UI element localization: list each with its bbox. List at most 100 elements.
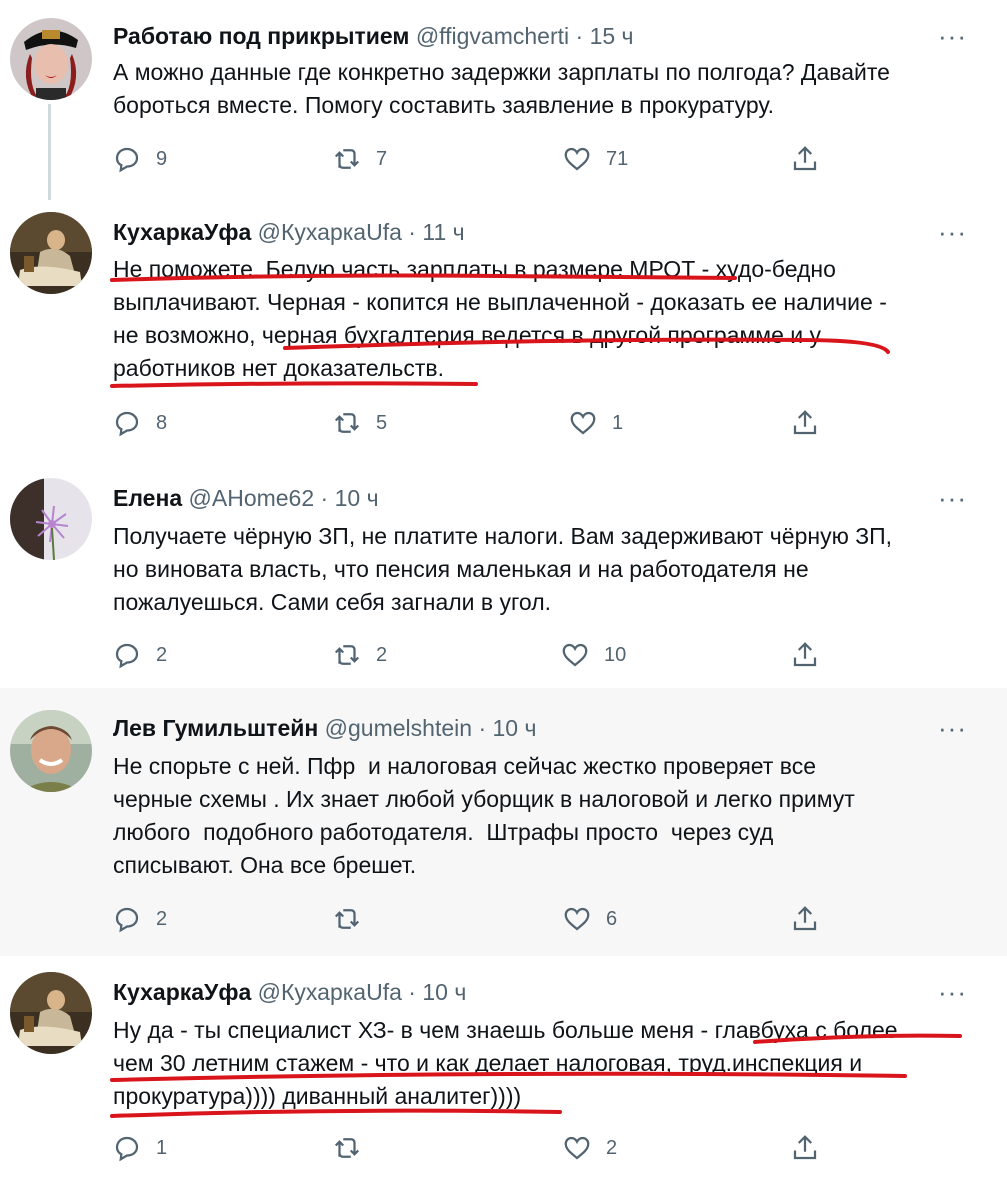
like-button[interactable]: 1	[568, 406, 623, 440]
reply-icon	[115, 147, 139, 173]
reply-count: 2	[156, 907, 168, 930]
author-handle[interactable]: @gumelshtein	[325, 715, 472, 741]
retweet-count: 5	[376, 411, 388, 434]
reply-button[interactable]: 9	[112, 142, 167, 176]
timestamp[interactable]: 10 ч	[493, 715, 537, 741]
reply-button[interactable]: 2	[112, 902, 167, 936]
separator: ·	[408, 979, 416, 1005]
heart-icon	[564, 907, 590, 931]
like-button[interactable]: 10	[560, 638, 626, 672]
tweet-text-line: Ну да - ты специалист ХЗ- в чем знаешь б…	[113, 1017, 898, 1043]
tweet-4[interactable]: Лев Гумильштейн @gumelshtein · 10 ч ··· …	[0, 688, 1007, 956]
more-options-icon[interactable]: ···	[938, 23, 967, 49]
author-name[interactable]: Лев Гумильштейн	[113, 715, 318, 741]
tweet-text-line: А можно данные где конкретно задержки за…	[113, 59, 890, 85]
more-options-icon[interactable]: ···	[938, 715, 967, 741]
retweet-button[interactable]: 7	[332, 142, 387, 176]
tweet-text-line: но виновата власть, что пенсия маленькая…	[113, 556, 809, 582]
reply-button[interactable]: 1	[112, 1131, 167, 1165]
action-bar: 2 6	[112, 902, 832, 936]
timestamp[interactable]: 11 ч	[422, 219, 464, 245]
separator: ·	[575, 23, 584, 49]
heart-icon	[570, 411, 596, 435]
tweet-5[interactable]: КухаркаУфа @КухаркаUfa · 10 ч ··· Ну да …	[0, 956, 1007, 1200]
like-count: 71	[606, 147, 629, 170]
share-button[interactable]	[790, 406, 820, 440]
tweet-text-line: Не поможете. Белую часть зарплаты в разм…	[113, 256, 836, 282]
like-count: 1	[612, 411, 624, 434]
retweet-icon	[334, 1138, 360, 1158]
like-count: 6	[606, 907, 618, 930]
tweet-text-line: не возможно, черная бухгалтерия ведется …	[113, 322, 821, 348]
reply-count: 1	[156, 1136, 168, 1159]
tweet-text: Ну да - ты специалист ХЗ- в чем знаешь б…	[113, 1014, 973, 1113]
reply-icon	[115, 411, 139, 437]
tweet-text-line: бороться вместе. Помогу составить заявле…	[113, 92, 774, 118]
share-icon	[793, 642, 817, 667]
avatar[interactable]	[10, 972, 92, 1054]
reply-button[interactable]: 8	[112, 406, 167, 440]
tweet-text: А можно данные где конкретно задержки за…	[113, 56, 973, 122]
tweet-text-line: чем 30 летним стажем - что и как делает …	[113, 1050, 863, 1076]
retweet-icon	[334, 149, 360, 169]
tweet-2[interactable]: КухаркаУфа @КухаркаUfa · 11 ч ··· Не пом…	[0, 200, 1007, 470]
like-count: 2	[606, 1136, 618, 1159]
timestamp[interactable]: 10 ч	[422, 979, 466, 1005]
retweet-button[interactable]	[332, 1131, 376, 1165]
more-options-icon[interactable]: ···	[938, 219, 967, 245]
more-options-icon[interactable]: ···	[938, 979, 967, 1005]
avatar[interactable]	[10, 478, 92, 560]
tweet-text-line: прокуратура)))) диванный аналитег))))	[113, 1083, 522, 1109]
reply-button[interactable]: 2	[112, 638, 167, 672]
retweet-button[interactable]: 2	[332, 638, 387, 672]
avatar[interactable]	[10, 212, 92, 294]
heart-icon	[562, 643, 588, 667]
author-handle[interactable]: @AHome62	[189, 485, 315, 511]
share-icon	[793, 146, 817, 171]
separator: ·	[478, 715, 487, 741]
like-button[interactable]: 6	[562, 902, 617, 936]
reply-count: 9	[156, 147, 168, 170]
tweet-text-line: работников нет доказательств.	[113, 355, 444, 381]
tweet-text: Не спорьте с ней. Пфр и налоговая сейчас…	[113, 750, 973, 882]
timestamp[interactable]: 15 ч	[590, 23, 634, 49]
more-options-icon[interactable]: ···	[938, 485, 967, 511]
retweet-icon	[334, 909, 360, 929]
retweet-icon	[334, 413, 360, 433]
tweet-text-line: пожалуешься. Сами себя загнали в угол.	[113, 589, 552, 615]
share-icon	[793, 410, 817, 435]
share-icon	[793, 1135, 817, 1160]
tweet-text-line: списывают. Она все брешет.	[113, 852, 417, 878]
timestamp[interactable]: 10 ч	[335, 485, 379, 511]
tweet-3[interactable]: Елена @AHome62 · 10 ч ··· Получаете чёрн…	[0, 470, 1007, 688]
retweet-icon	[334, 645, 360, 665]
separator: ·	[408, 219, 416, 245]
tweet-text-line: любого подобного работодателя. Штрафы пр…	[113, 819, 774, 845]
avatar[interactable]	[10, 710, 92, 792]
tweet-text: Получаете чёрную ЗП, не платите налоги. …	[113, 520, 973, 619]
action-bar: 2 2 10	[112, 638, 832, 672]
avatar[interactable]	[10, 18, 92, 100]
thread-line	[48, 104, 51, 200]
author-name[interactable]: Работаю под прикрытием	[113, 23, 409, 49]
retweet-count: 2	[376, 643, 388, 666]
share-button[interactable]	[790, 902, 820, 936]
like-button[interactable]: 2	[562, 1131, 617, 1165]
tweet-text-line: Получаете чёрную ЗП, не платите налоги. …	[113, 523, 893, 549]
author-name[interactable]: Елена	[113, 485, 182, 511]
tweet-text: Не поможете. Белую часть зарплаты в разм…	[113, 253, 973, 385]
retweet-button[interactable]: 5	[332, 406, 387, 440]
author-handle[interactable]: @КухаркаUfa	[258, 219, 402, 245]
like-button[interactable]: 71	[562, 142, 628, 176]
heart-icon	[564, 1136, 590, 1160]
author-name[interactable]: КухаркаУфа	[113, 219, 251, 245]
tweet-1[interactable]: Работаю под прикрытием @ffigvamcherti · …	[0, 0, 1007, 200]
author-handle[interactable]: @ffigvamcherti	[416, 23, 569, 49]
author-handle[interactable]: @КухаркаUfa	[258, 979, 402, 1005]
share-button[interactable]	[790, 142, 820, 176]
share-button[interactable]	[790, 638, 820, 672]
action-bar: 9 7 71	[112, 142, 832, 176]
author-name[interactable]: КухаркаУфа	[113, 979, 251, 1005]
share-button[interactable]	[790, 1131, 820, 1165]
retweet-button[interactable]	[332, 902, 376, 936]
